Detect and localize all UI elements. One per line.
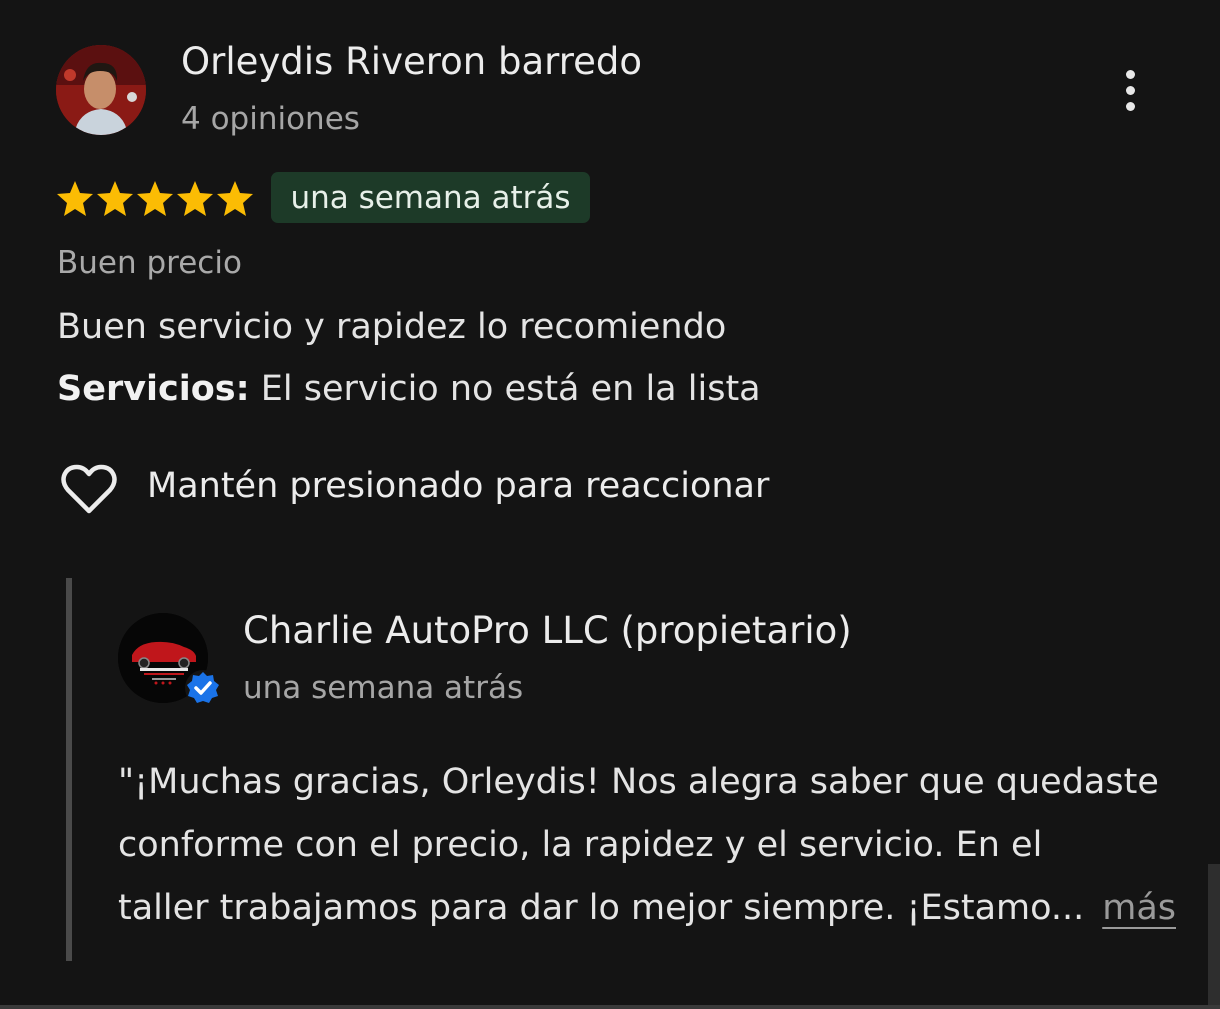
star-rating [55,178,255,220]
star-icon [217,181,253,216]
reply-divider [66,578,72,961]
owner-name: Charlie AutoPro LLC (propietario) [243,609,852,652]
review-text: Buen servicio y rapidez lo recomiendo [57,307,727,347]
more-vert-icon [1125,69,1135,79]
reply-line: conforme con el precio, la rapidez y el … [118,825,1043,865]
services-label: Servicios: [57,369,250,409]
reviewer-avatar[interactable] [56,45,146,135]
review-services: Servicios: El servicio no está en la lis… [57,369,761,409]
scrollbar[interactable] [1208,864,1220,1009]
more-vert-dot [1125,101,1135,111]
star-icon [57,181,93,216]
more-options-button[interactable] [1110,62,1150,118]
star-icon [177,181,213,216]
bottom-divider [0,1005,1220,1009]
heart-outline-icon[interactable] [60,462,118,516]
services-value: El servicio no está en la lista [249,369,761,409]
star-icon [97,181,133,216]
reply-line: "¡Muchas gracias, Orleydis! Nos alegra s… [118,762,1159,802]
star-icon [137,181,173,216]
react-label[interactable]: Mantén presionado para reaccionar [147,466,769,506]
reviewer-name[interactable]: Orleydis Riveron barredo [181,40,642,83]
review-tag: Buen precio [57,245,242,281]
owner-reply-text: "¡Muchas gracias, Orleydis! Nos alegra s… [118,751,1178,940]
more-vert-dot [1125,85,1135,95]
owner-reply-time: una semana atrás [243,670,524,706]
review-time-badge: una semana atrás [271,172,590,223]
verified-badge-icon [185,670,221,706]
reviewer-review-count: 4 opiniones [181,101,360,137]
reply-line: taller trabajamos para dar lo mejor siem… [118,888,1085,928]
read-more-link[interactable]: más [1102,877,1176,940]
